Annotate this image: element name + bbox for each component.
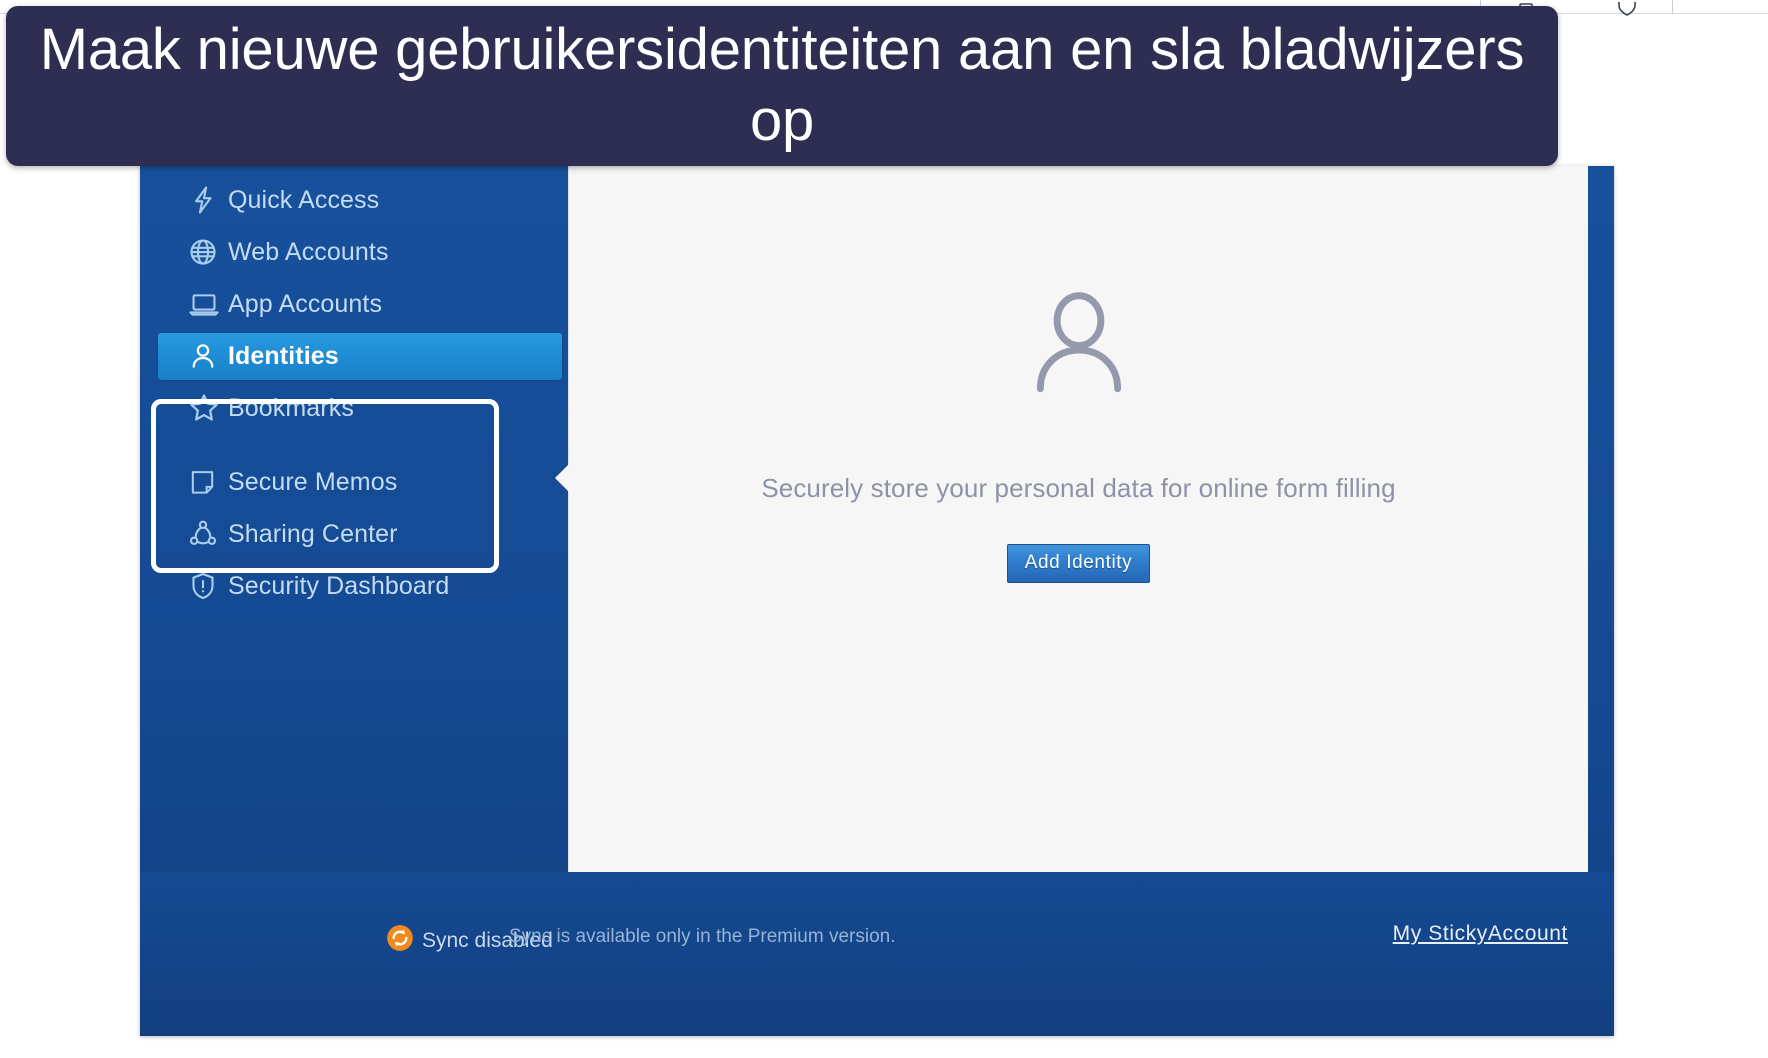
identities-empty-state: Securely store your personal data for on… (569, 284, 1588, 583)
sidebar-item-label: Secure Memos (228, 467, 398, 496)
sidebar-item-web-accounts[interactable]: Web Accounts (140, 226, 568, 278)
page-gutter-right (1614, 166, 1768, 1058)
my-stickyaccount-link[interactable]: My StickyAccount (1393, 922, 1568, 946)
premium-note: Sync is available only in the Premium ve… (509, 926, 896, 947)
sidebar-item-label: Quick Access (228, 185, 380, 214)
sidebar-item-sharing-center[interactable]: Sharing Center (140, 508, 568, 560)
sidebar-item-label: Sharing Center (228, 519, 398, 548)
content-panel: Securely store your personal data for on… (568, 166, 1588, 872)
shield-alert-icon (188, 569, 228, 603)
sidebar-item-quick-access[interactable]: Quick Access (140, 174, 568, 226)
share-nodes-icon (188, 517, 228, 551)
overlay-banner: Maak nieuwe gebruikersidentiteiten aan e… (6, 6, 1558, 166)
sidebar-item-label: Web Accounts (228, 237, 389, 266)
sticky-password-window: Quick Access Web Accounts App Accounts I… (140, 166, 1614, 1036)
sidebar-item-label: Identities (228, 341, 339, 370)
page-gutter-left (0, 166, 140, 1058)
sidebar-item-bookmarks[interactable]: Bookmarks (140, 382, 568, 434)
sidebar-nav: Quick Access Web Accounts App Accounts I… (140, 174, 568, 612)
sidebar-item-identities[interactable]: Identities (140, 330, 568, 382)
person-icon (188, 339, 228, 373)
screenshot-root: Quick Access Web Accounts App Accounts I… (0, 0, 1768, 1058)
sidebar-item-label: Bookmarks (228, 393, 354, 422)
sidebar-item-label: Security Dashboard (228, 571, 450, 600)
sync-disabled-icon (386, 924, 414, 957)
star-icon (188, 391, 228, 425)
sidebar-item-label: App Accounts (228, 289, 383, 318)
empty-state-message: Securely store your personal data for on… (761, 473, 1396, 503)
banner-text: Maak nieuwe gebruikersidentiteiten aan e… (39, 17, 1525, 153)
add-identity-button[interactable]: Add Identity (1006, 544, 1151, 583)
sidebar-item-app-accounts[interactable]: App Accounts (140, 278, 568, 330)
toolbar-divider (1672, 0, 1673, 14)
sidebar-item-secure-memos[interactable]: Secure Memos (140, 456, 568, 508)
status-bar: Sync disabled Sync is available only in … (140, 872, 1614, 1036)
sidebar-item-security-dashboard[interactable]: Security Dashboard (140, 560, 568, 612)
page-gutter-bottom (0, 1036, 1768, 1058)
shield-icon[interactable] (1614, 2, 1640, 16)
person-outline-icon (569, 284, 1588, 411)
globe-icon (188, 235, 228, 269)
laptop-icon (188, 287, 228, 321)
note-icon (188, 465, 228, 499)
lightning-bolt-icon (188, 183, 228, 217)
